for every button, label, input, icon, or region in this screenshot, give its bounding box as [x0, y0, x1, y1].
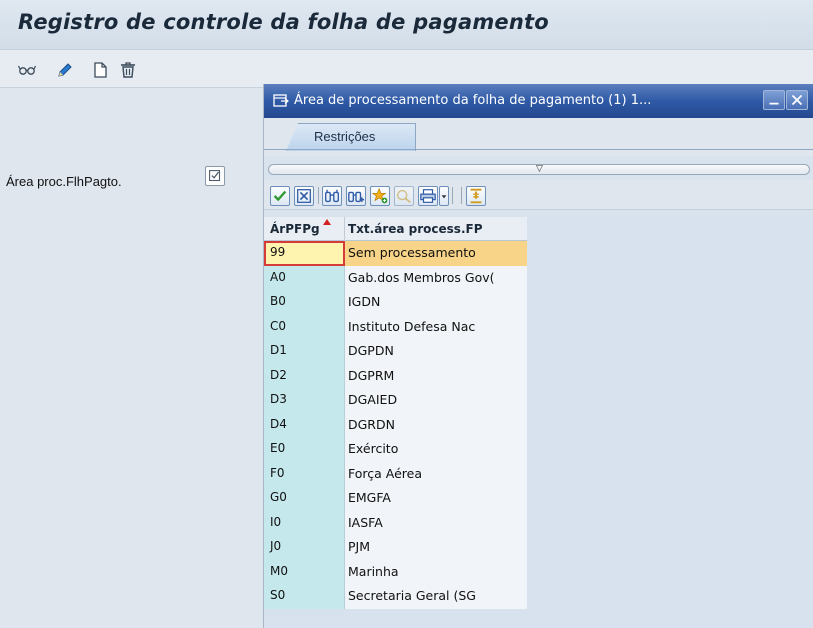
table-row[interactable]: D3 DGAIED — [264, 388, 527, 413]
print-dropdown-icon[interactable] — [439, 186, 449, 206]
column-header-text[interactable]: Txt.área process.FP — [348, 222, 483, 236]
cell-area-text[interactable]: EMGFA — [345, 486, 527, 511]
toolbar-separator — [318, 187, 319, 204]
column-separator[interactable] — [344, 217, 345, 241]
grid-body: 99 Sem processamento A0 Gab.dos Membros … — [264, 241, 527, 609]
cell-area-key[interactable]: D2 — [264, 363, 345, 388]
value-help-dialog: Área de processamento da folha de pagame… — [263, 84, 813, 628]
table-row[interactable]: S0 Secretaria Geral (SG — [264, 584, 527, 609]
minimize-icon[interactable] — [763, 90, 785, 110]
tab-restricoes-label: Restrições — [314, 129, 376, 144]
confirm-check-icon[interactable] — [270, 186, 290, 206]
cell-area-key[interactable]: J0 — [264, 535, 345, 560]
close-icon[interactable] — [786, 90, 808, 110]
table-row[interactable]: D4 DGRDN — [264, 412, 527, 437]
value-help-check-icon[interactable] — [205, 166, 225, 186]
table-row[interactable]: G0 EMGFA — [264, 486, 527, 511]
cell-area-key[interactable]: C0 — [264, 314, 345, 339]
toolbar-separator — [452, 187, 453, 204]
cancel-x-icon[interactable] — [294, 186, 314, 206]
cell-area-key[interactable]: M0 — [264, 559, 345, 584]
table-row[interactable]: D1 DGPDN — [264, 339, 527, 364]
cell-area-key[interactable]: G0 — [264, 486, 345, 511]
find-binoculars-icon[interactable] — [322, 186, 342, 206]
page-title: Registro de controle da folha de pagamen… — [18, 10, 549, 34]
cell-area-text[interactable]: Gab.dos Membros Gov( — [345, 265, 527, 290]
field-label-area-proc: Área proc.FlhPagto. — [6, 174, 122, 189]
print-icon[interactable] — [418, 186, 438, 206]
table-row[interactable]: C0 Instituto Defesa Nac — [264, 314, 527, 339]
table-row[interactable]: F0 Força Aérea — [264, 461, 527, 486]
cell-area-key[interactable]: F0 — [264, 461, 345, 486]
cell-area-key[interactable]: I0 — [264, 510, 345, 535]
edit-pencil-icon[interactable] — [55, 60, 75, 80]
info-help-icon[interactable] — [394, 186, 414, 206]
cell-area-text[interactable]: DGPRM — [345, 363, 527, 388]
cell-area-key[interactable]: D1 — [264, 339, 345, 364]
toolbar-separator — [461, 187, 462, 204]
table-row[interactable]: E0 Exército — [264, 437, 527, 462]
expand-arrow-icon: ▽ — [536, 164, 543, 174]
cell-area-text[interactable]: DGPDN — [345, 339, 527, 364]
cell-area-key[interactable]: 99 — [264, 241, 345, 266]
column-settings-icon[interactable] — [466, 186, 486, 206]
cell-area-text[interactable]: Marinha — [345, 559, 527, 584]
cell-area-key[interactable]: S0 — [264, 584, 345, 609]
restrictions-splitter[interactable]: ▽ — [268, 164, 810, 175]
favorites-star-icon[interactable] — [370, 186, 390, 206]
cell-area-text[interactable]: IASFA — [345, 510, 527, 535]
new-document-icon[interactable] — [90, 60, 110, 80]
find-next-binoculars-icon[interactable] — [346, 186, 366, 206]
cell-area-text[interactable]: PJM — [345, 535, 527, 560]
cell-area-text[interactable]: Força Aérea — [345, 461, 527, 486]
cell-area-key[interactable]: B0 — [264, 290, 345, 315]
table-row[interactable]: A0 Gab.dos Membros Gov( — [264, 265, 527, 290]
dialog-window-icon — [273, 94, 289, 107]
table-row[interactable]: D2 DGPRM — [264, 363, 527, 388]
display-glasses-icon[interactable] — [17, 60, 37, 80]
delete-trash-icon[interactable] — [118, 60, 138, 80]
title-bar: Registro de controle da folha de pagamen… — [0, 0, 813, 50]
cell-area-text[interactable]: DGRDN — [345, 412, 527, 437]
cell-area-text[interactable]: DGAIED — [345, 388, 527, 413]
cell-area-key[interactable]: D3 — [264, 388, 345, 413]
cell-area-text[interactable]: Sem processamento — [345, 241, 527, 266]
cell-area-key[interactable]: E0 — [264, 437, 345, 462]
table-row[interactable]: I0 IASFA — [264, 510, 527, 535]
table-row[interactable]: 99 Sem processamento — [264, 241, 527, 266]
cell-area-text[interactable]: Secretaria Geral (SG — [345, 584, 527, 609]
dialog-title: Área de processamento da folha de pagame… — [294, 93, 652, 108]
dialog-titlebar[interactable]: Área de processamento da folha de pagame… — [264, 84, 813, 118]
tabstrip: Restrições — [264, 118, 813, 156]
cell-area-text[interactable]: Instituto Defesa Nac — [345, 314, 527, 339]
grid-toolbar — [264, 180, 813, 210]
column-header-area[interactable]: ÁrPFPg — [270, 222, 320, 236]
tab-divider — [264, 149, 813, 150]
table-row[interactable]: B0 IGDN — [264, 290, 527, 315]
grid-header: ÁrPFPg Txt.área process.FP — [264, 217, 527, 241]
cell-area-text[interactable]: Exército — [345, 437, 527, 462]
cell-area-text[interactable]: IGDN — [345, 290, 527, 315]
sort-ascending-icon — [323, 219, 331, 225]
table-row[interactable]: J0 PJM — [264, 535, 527, 560]
result-grid: ÁrPFPg Txt.área process.FP 99 Sem proces… — [264, 217, 813, 628]
cell-area-key[interactable]: D4 — [264, 412, 345, 437]
table-row[interactable]: M0 Marinha — [264, 559, 527, 584]
cell-area-key[interactable]: A0 — [264, 265, 345, 290]
